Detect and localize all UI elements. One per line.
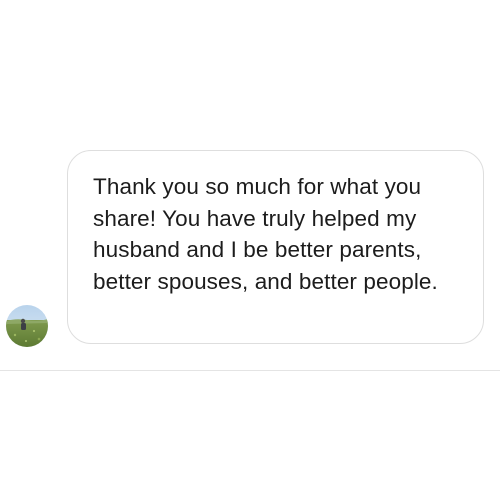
sender-avatar-photo-icon xyxy=(6,305,48,347)
incoming-message-row: Thank you so much for what you share! Yo… xyxy=(0,0,500,370)
incoming-message-bubble[interactable]: Thank you so much for what you share! Yo… xyxy=(67,150,484,344)
thread-divider xyxy=(0,370,500,371)
message-text: Thank you so much for what you share! Yo… xyxy=(93,174,438,294)
message-thread: Thank you so much for what you share! Yo… xyxy=(0,0,500,500)
sender-avatar[interactable] xyxy=(6,305,48,347)
